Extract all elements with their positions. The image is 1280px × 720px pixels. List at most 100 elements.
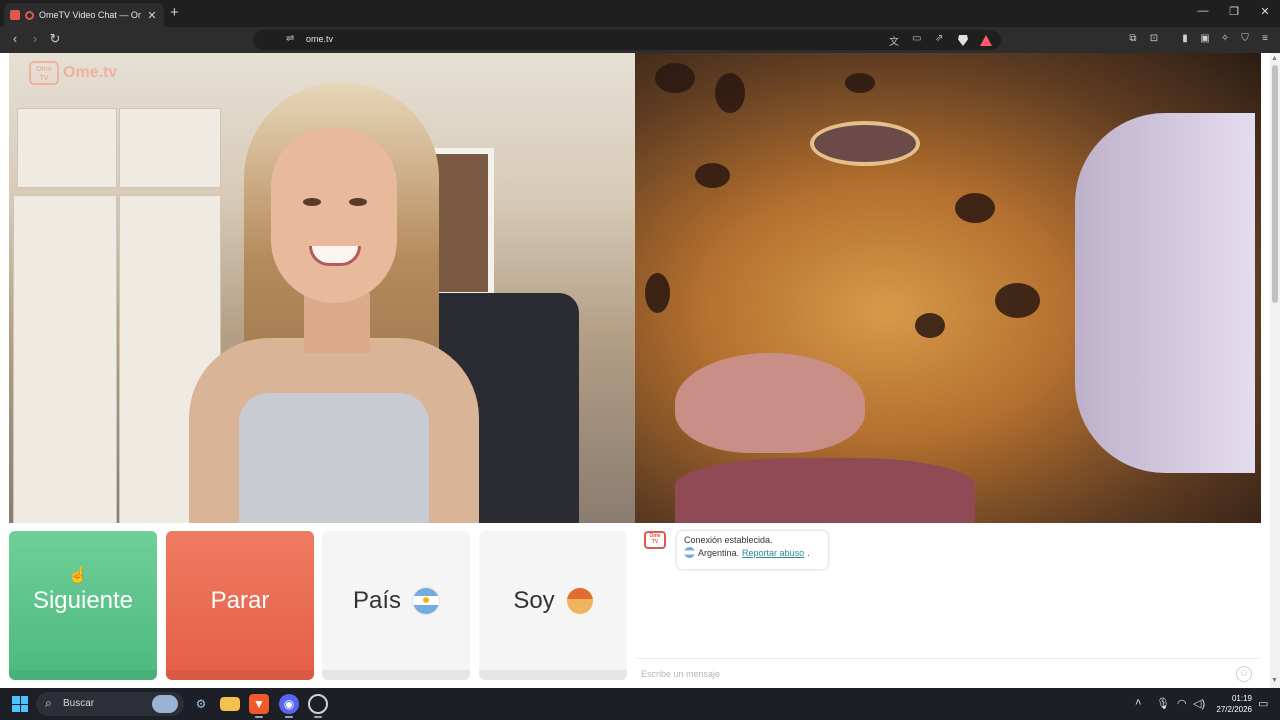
tray-overflow-chevron-icon[interactable]: ˄ (1135, 697, 1141, 709)
address-bar[interactable]: ⇌ ome.tv 文 ▭ ⇗ (253, 30, 1001, 50)
person-face (271, 128, 397, 303)
report-suffix: . (807, 547, 810, 558)
search-icon: ⌕ (45, 696, 52, 710)
taskbar-clock[interactable]: 01:19 27/2/2026 (1210, 693, 1252, 715)
menu-icon[interactable]: ≡ (1258, 33, 1272, 44)
gender-button-label: Soy (513, 586, 555, 614)
cabinet-door (13, 195, 117, 523)
extensions-icon[interactable]: ⧉ (1126, 33, 1140, 44)
microphone-icon[interactable]: 🎙 (1156, 697, 1170, 710)
back-arrow-icon[interactable]: ‹ (7, 31, 23, 46)
tab-title: OmeTV Video Chat — Omeg (39, 10, 141, 20)
tab-search-icon[interactable]: ⊡ (1147, 33, 1161, 44)
taskbar-search[interactable]: ⌕ Buscar (36, 692, 184, 716)
active-app-indicator (255, 716, 263, 718)
person-eye (349, 198, 367, 206)
chat-input-bar: ☺ (635, 658, 1261, 688)
close-window-button[interactable]: ✕ (1258, 5, 1272, 18)
brave-browser-icon[interactable]: ▼ (249, 694, 269, 714)
leo-ai-icon[interactable]: ✧ (1218, 33, 1232, 44)
stranger-country-text: Argentina. (698, 547, 740, 558)
running-app-indicator (285, 716, 293, 718)
browser-tab-active[interactable]: OmeTV Video Chat — Omeg ✕ (4, 3, 164, 27)
vpn-icon[interactable]: ⛉ (1238, 33, 1252, 44)
search-highlight-icon (152, 695, 178, 713)
message-input[interactable] (641, 667, 1221, 681)
clock-time: 01:19 (1231, 694, 1252, 703)
search-label: Buscar (63, 698, 95, 709)
ometv-favicon-icon (10, 10, 20, 20)
boy-emoji-icon (566, 587, 593, 614)
tab-close-icon[interactable]: ✕ (146, 9, 158, 22)
maximize-button[interactable]: ❐ (1227, 5, 1241, 18)
leopard-spot (645, 273, 670, 313)
url-text[interactable]: ome.tv (306, 34, 333, 44)
sidebar-icon[interactable]: ▮ (1178, 33, 1192, 44)
ometv-tv-icon: Ome TV (29, 61, 59, 85)
headphone (1075, 113, 1255, 473)
connection-status-text: Conexión establecida. (684, 535, 773, 545)
minimize-button[interactable]: — (1196, 5, 1210, 17)
country-filter-button[interactable]: País (322, 531, 470, 680)
share-icon[interactable]: ⇗ (935, 33, 943, 44)
scroll-up-icon[interactable]: ▲ (1271, 55, 1278, 62)
windows-taskbar: ⌕ Buscar ⚙ ▼ ◉ ˄ 🎙 ◠ ◁) 01:19 27/2/2026 … (0, 688, 1280, 720)
leopard-nose (675, 353, 865, 453)
person-eye (303, 198, 321, 206)
argentina-flag-icon (684, 547, 695, 558)
next-button[interactable]: Siguiente (9, 531, 157, 680)
stop-button-label: Parar (210, 586, 270, 614)
gender-select-button[interactable]: Soy (479, 531, 627, 680)
stranger-video (635, 53, 1261, 523)
argentina-flag-icon (413, 587, 440, 614)
volume-icon[interactable]: ◁) (1193, 697, 1205, 710)
running-app-indicator (314, 716, 322, 718)
mouse-pointer-icon: ☝ (68, 567, 88, 584)
leopard-spot (915, 313, 945, 338)
file-explorer-icon[interactable] (220, 697, 240, 711)
wallet-icon[interactable]: ▣ (1198, 33, 1212, 44)
discord-icon[interactable]: ◉ (279, 694, 299, 714)
cabinet-door (17, 108, 117, 188)
browser-tab-strip: OmeTV Video Chat — Omeg ✕ + — ❐ ✕ (0, 0, 1280, 27)
person-smile (309, 246, 361, 266)
leopard-spot (955, 193, 995, 223)
next-button-label: Siguiente (32, 586, 134, 614)
page-scrollbar[interactable]: ▲ ▼ (1270, 53, 1280, 688)
obs-studio-icon[interactable] (308, 694, 328, 714)
clock-date: 27/2/2026 (1216, 705, 1252, 714)
cabinet-door (119, 108, 221, 188)
cast-icon[interactable]: ▭ (912, 33, 921, 44)
wifi-icon[interactable]: ◠ (1177, 697, 1187, 710)
forward-arrow-icon[interactable]: › (27, 31, 43, 46)
report-abuse-link[interactable]: Reportar abuso (742, 548, 804, 558)
browser-toolbar: ‹ › ↻ ⌑ ⇌ ome.tv 文 ▭ ⇗ ⧉ ⊡ ▮ ▣ ✧ ⛉ ≡ (0, 27, 1280, 53)
leopard-spot (845, 73, 875, 93)
scroll-down-icon[interactable]: ▼ (1271, 677, 1278, 684)
self-video: Ome TV Ome.tv (9, 53, 635, 523)
windows-start-icon[interactable] (12, 696, 28, 712)
new-tab-button[interactable]: + (170, 4, 179, 21)
brave-rewards-icon[interactable] (980, 35, 992, 46)
leopard-spot (695, 163, 730, 188)
translate-icon[interactable]: 文 (889, 33, 899, 48)
chat-panel: Ome TV Conexión establecida. Argentina. … (635, 523, 1261, 688)
ometv-chat-logo-icon: Ome TV (644, 531, 666, 549)
notification-bell-icon[interactable]: ▭ (1258, 697, 1268, 710)
emoji-picker-icon[interactable]: ☺ (1236, 666, 1252, 682)
logo-text: Ome.tv (63, 64, 118, 81)
leopard-spot (715, 73, 745, 113)
site-settings-icon[interactable]: ⇌ (286, 33, 294, 44)
system-message: Conexión establecida. Argentina. Reporta… (677, 531, 828, 569)
settings-gear-icon[interactable]: ⚙ (191, 694, 211, 714)
person-shirt (239, 393, 429, 523)
ometv-logo: Ome TV Ome.tv (29, 61, 117, 85)
reload-icon[interactable]: ↻ (47, 31, 63, 47)
ometv-page: Ome TV Ome.tv Siguiente Parar País Soy ☝… (0, 53, 1270, 688)
stop-button[interactable]: Parar (166, 531, 314, 680)
leopard-spot (655, 63, 695, 93)
scroll-thumb[interactable] (1272, 65, 1278, 303)
country-button-label: País (352, 586, 402, 614)
leopard-spot (995, 283, 1040, 318)
leopard-mouth (675, 458, 975, 523)
